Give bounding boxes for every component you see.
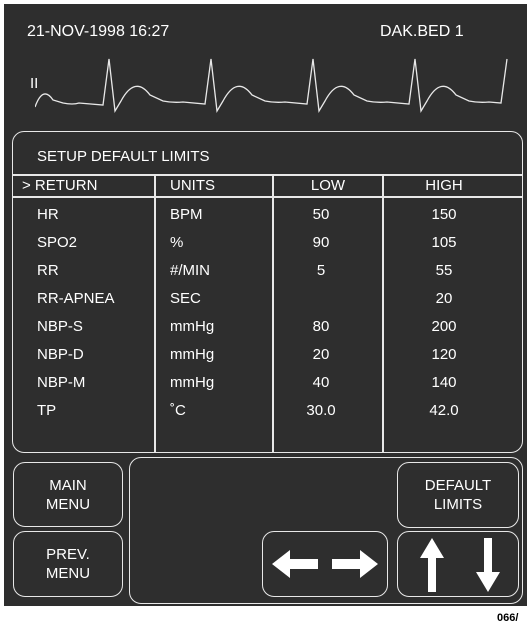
ecg-waveform [35, 58, 508, 113]
column-header-units: UNITS [170, 177, 215, 194]
default-limits-label-line1: DEFAULT [424, 477, 492, 494]
high-limit: 105 [431, 234, 457, 251]
low-limit: 40 [312, 374, 330, 391]
low-limit: 5 [316, 262, 326, 279]
prev-menu-label-line2: MENU [45, 565, 91, 582]
default-limits-button[interactable]: DEFAULT LIMITS [397, 462, 519, 528]
param-unit: ˚C [170, 402, 186, 419]
up-down-arrows-button[interactable] [397, 531, 519, 597]
panel-title: SETUP DEFAULT LIMITS [37, 148, 210, 165]
low-limit: 50 [312, 206, 330, 223]
param-name: NBP-M [37, 374, 86, 391]
high-limit: 42.0 [429, 402, 459, 419]
table-top-line [13, 174, 523, 176]
bed-label: DAK.BED 1 [380, 23, 464, 40]
high-limit: 200 [431, 318, 457, 335]
main-menu-label-line1: MAIN [49, 476, 87, 494]
column-divider [154, 174, 156, 453]
param-name: TP [37, 402, 57, 419]
main-menu-label-line2: MENU [45, 495, 91, 513]
up-down-arrows-icon [420, 538, 500, 592]
param-unit: BPM [170, 206, 203, 223]
param-name: RR-APNEA [37, 290, 115, 307]
high-limit: 20 [435, 290, 453, 307]
default-limits-label-line2: LIMITS [433, 496, 483, 513]
param-unit: SEC [170, 290, 201, 307]
param-name: HR [37, 206, 59, 223]
param-name: NBP-S [37, 318, 83, 335]
param-unit: mmHg [170, 374, 215, 391]
high-limit: 150 [431, 206, 457, 223]
high-limit: 120 [431, 346, 457, 363]
column-header-low: LOW [310, 177, 346, 194]
param-unit: mmHg [170, 318, 215, 335]
high-limit: 140 [431, 374, 457, 391]
param-unit: % [170, 234, 184, 251]
date-time: 21-NOV-1998 16:27 [27, 23, 170, 40]
low-limit: 90 [312, 234, 330, 251]
prev-menu-button[interactable]: PREV. MENU [13, 531, 123, 597]
param-name: RR [37, 262, 59, 279]
low-limit: 20 [312, 346, 330, 363]
column-divider [382, 174, 384, 453]
param-name: NBP-D [37, 346, 84, 363]
column-header-high: HIGH [425, 177, 463, 194]
low-limit: 30.0 [306, 402, 336, 419]
high-limit: 55 [435, 262, 453, 279]
return-option[interactable]: > RETURN [22, 177, 97, 194]
left-right-arrows-icon [272, 550, 378, 578]
param-unit: mmHg [170, 346, 215, 363]
column-divider [272, 174, 274, 453]
param-name: SPO2 [37, 234, 78, 251]
param-unit: #/MIN [170, 262, 211, 279]
low-limit: 80 [312, 318, 330, 335]
table-header-line [13, 196, 523, 198]
prev-menu-label-line1: PREV. [46, 546, 90, 563]
figure-code: 066/ [497, 612, 519, 624]
left-right-arrows-button[interactable] [262, 531, 388, 597]
main-menu-button[interactable]: MAIN MENU [13, 462, 123, 527]
